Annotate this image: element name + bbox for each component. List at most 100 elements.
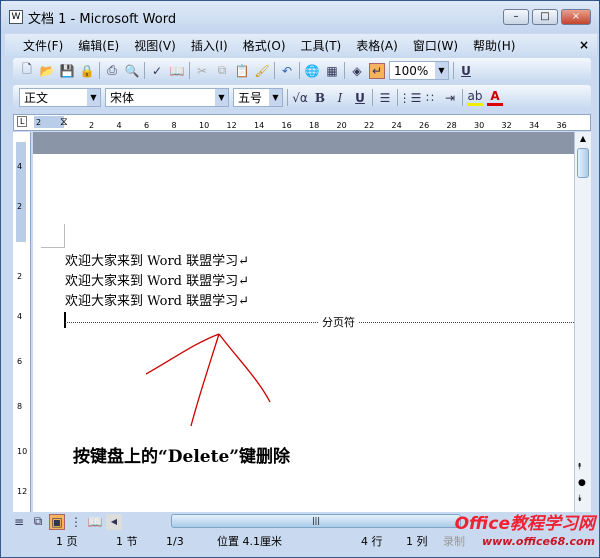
document-page[interactable]: 欢迎大家来到 Word 联盟学习↵ 欢迎大家来到 Word 联盟学习↵ 欢迎大家…	[33, 154, 574, 512]
research-icon[interactable]: 📖	[169, 63, 185, 79]
table-icon[interactable]: ▦	[324, 63, 340, 79]
minimize-button[interactable]: –	[503, 9, 529, 25]
font-size-combo[interactable]: 五号 ▼	[233, 88, 283, 107]
ruler-tick: 26	[419, 121, 430, 130]
highlight-icon[interactable]: ab	[467, 89, 483, 106]
instruction-caption: 按键盘上的“Delete”键删除	[73, 447, 291, 467]
save-icon[interactable]: 💾	[59, 63, 75, 79]
show-formatting-icon[interactable]: ↵	[369, 62, 385, 79]
copy-icon[interactable]: ⧉	[214, 63, 230, 79]
open-icon[interactable]: 📂	[39, 63, 55, 79]
font-value: 宋体	[110, 91, 135, 105]
menu-view[interactable]: 视图(V)	[134, 37, 176, 54]
ruler-tick: 24	[391, 121, 402, 130]
bullets-icon[interactable]: ∷	[422, 90, 438, 106]
ruler-tick: 4	[17, 162, 23, 171]
font-combo[interactable]: 宋体 ▼	[105, 88, 229, 107]
ruler-tick: 8	[17, 402, 23, 411]
ruler-tick: 36	[556, 121, 567, 130]
underline-button[interactable]: U	[352, 90, 368, 106]
paste-icon[interactable]: 📋	[234, 63, 250, 79]
chevron-down-icon[interactable]: ▼	[87, 89, 100, 106]
status-section: 1 节	[116, 535, 138, 548]
scroll-up-icon[interactable]: ▲	[577, 134, 589, 146]
ruler-tick: 6	[17, 357, 23, 366]
ruler-tick: 8	[171, 121, 177, 130]
insert-hyperlink-icon[interactable]: 🌐	[304, 63, 320, 79]
menu-tools[interactable]: 工具(T)	[301, 37, 342, 54]
web-layout-icon[interactable]: ⧉	[30, 514, 46, 530]
numbering-icon[interactable]: ⋮☰	[399, 90, 422, 106]
menu-edit[interactable]: 编辑(E)	[78, 37, 119, 54]
font-color-button[interactable]: A	[487, 89, 503, 106]
indent-icon[interactable]: ⇥	[442, 90, 458, 106]
menu-help[interactable]: 帮助(H)	[473, 37, 515, 54]
horizontal-scrollbar[interactable]: |||	[171, 514, 461, 528]
new-icon[interactable]: 🗋	[19, 62, 35, 79]
undo-icon[interactable]: ↶	[279, 63, 295, 79]
ruler-tick: 28	[446, 121, 457, 130]
font-size-value: 五号	[238, 91, 263, 105]
ruler-tick: 18	[309, 121, 320, 130]
status-column: 1 列	[406, 535, 428, 548]
next-page-icon[interactable]: ⯯	[577, 494, 582, 504]
ruler-tick: 2	[17, 272, 23, 281]
chevron-down-icon[interactable]: ▼	[435, 62, 448, 79]
ruler-tick: 32	[501, 121, 512, 130]
menu-format[interactable]: 格式(O)	[243, 37, 286, 54]
menu-window[interactable]: 窗口(W)	[413, 37, 458, 54]
equation-icon[interactable]: √α	[292, 90, 308, 106]
ruler-tick: 2	[89, 121, 95, 130]
menu-file[interactable]: 文件(F)	[23, 37, 63, 54]
italic-button[interactable]: I	[332, 90, 348, 106]
status-position: 位置 4.1厘米	[217, 535, 282, 548]
vertical-scrollbar[interactable]: ▲ ⯭ ● ⯯	[574, 132, 591, 512]
distributed-icon[interactable]: ☰	[377, 90, 393, 106]
normal-view-icon[interactable]: ≡	[11, 514, 27, 530]
scroll-thumb[interactable]	[577, 148, 589, 178]
maximize-button[interactable]: □	[532, 9, 558, 25]
print-icon[interactable]: ⎙	[104, 63, 120, 79]
chevron-down-icon[interactable]: ▼	[215, 89, 228, 106]
tab-selector[interactable]: L	[17, 116, 28, 127]
status-page: 1 页	[56, 535, 78, 548]
menu-insert[interactable]: 插入(I)	[191, 37, 228, 54]
bold-button[interactable]: B	[312, 90, 328, 106]
close-button[interactable]: ×	[561, 9, 591, 25]
ruler-tick: 16	[281, 121, 292, 130]
prev-page-icon[interactable]: ⯭	[577, 462, 582, 472]
ruler-tick: 22	[364, 121, 375, 130]
status-page-count: 1/3	[166, 534, 184, 548]
ruler-tick: 4	[116, 121, 122, 130]
drawing-icon[interactable]: ◈	[349, 63, 365, 79]
window-title: 文档 1 - Microsoft Word	[28, 11, 177, 27]
ruler-tick: 10	[199, 121, 210, 130]
ruler-tick: 6	[144, 121, 150, 130]
menu-table[interactable]: 表格(A)	[356, 37, 398, 54]
chevron-down-icon[interactable]: ▼	[269, 89, 282, 106]
select-browse-object-icon[interactable]: ●	[578, 478, 586, 488]
ruler-tick: 10	[17, 447, 28, 456]
vertical-ruler[interactable]: 4 2 2 4 6 8 10 12	[13, 132, 31, 512]
underline-icon[interactable]: U	[458, 63, 474, 79]
indent-marker[interactable]: ⧖	[60, 115, 68, 129]
zoom-combo[interactable]: 100% ▼	[389, 61, 449, 80]
reading-layout-icon[interactable]: 📖	[87, 514, 103, 530]
format-painter-icon[interactable]: 🖌	[254, 63, 270, 79]
style-combo[interactable]: 正文 ▼	[19, 88, 101, 107]
print-preview-icon[interactable]: 🔍	[124, 63, 140, 79]
scroll-left-icon[interactable]: ◀	[106, 513, 122, 530]
ruler-tick: 12	[226, 121, 237, 130]
menu-bar: 文件(F) 编辑(E) 视图(V) 插入(I) 格式(O) 工具(T) 表格(A…	[5, 34, 597, 56]
cut-icon[interactable]: ✂	[194, 63, 210, 79]
close-document-button[interactable]: ×	[579, 38, 589, 52]
ruler-tick: 12	[17, 487, 28, 496]
horizontal-ruler[interactable]: L 2 ⧖ 2 4 6 8 10 12 14 16 18 20 22 24 26 28 30 32 34 36	[13, 114, 591, 131]
print-layout-icon[interactable]: ▣	[49, 513, 65, 530]
outline-view-icon[interactable]: ⋮	[68, 514, 84, 530]
spelling-icon[interactable]: ✓	[149, 63, 165, 79]
watermark: Office教程学习网 www.office68.com	[454, 514, 595, 549]
ruler-tick: 2	[36, 118, 42, 127]
permission-icon[interactable]: 🔒	[79, 63, 95, 79]
ruler-tick: 4	[17, 312, 23, 321]
